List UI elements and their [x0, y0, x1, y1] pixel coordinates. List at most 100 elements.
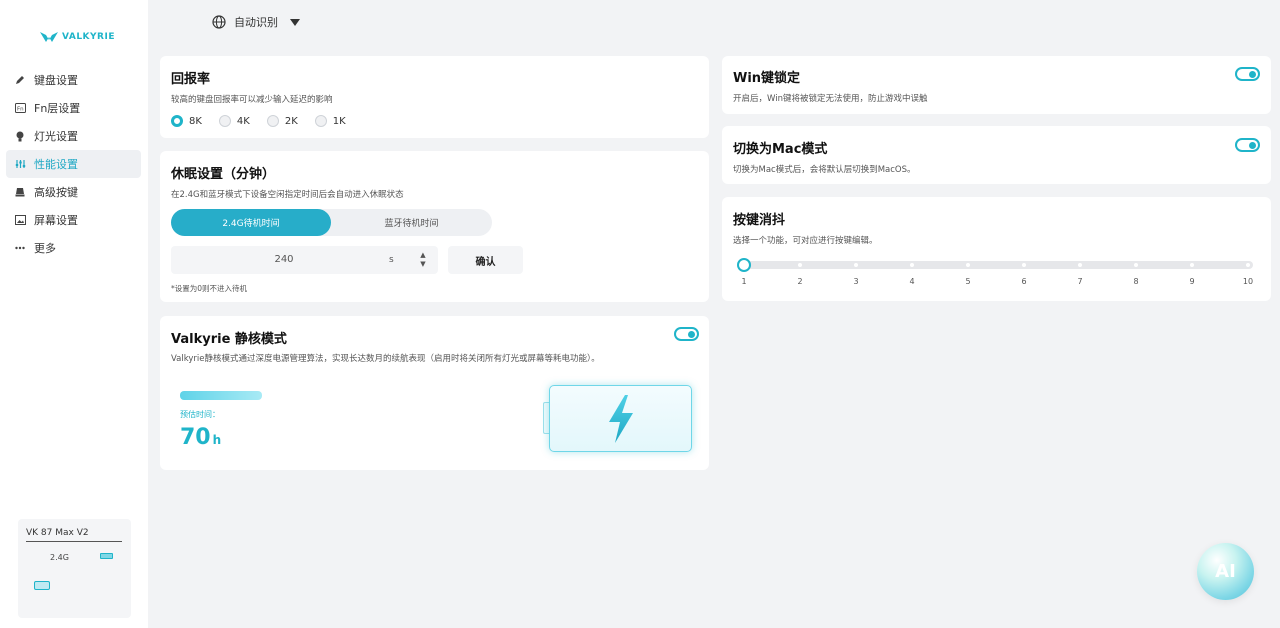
sidebar-item-label: 更多 — [34, 242, 56, 255]
fn-icon: Fn — [14, 102, 26, 114]
card-title: Valkyrie 静核模式 — [171, 332, 287, 347]
slider-tick-label: 4 — [909, 277, 915, 286]
connection-mode: 2.4G — [50, 553, 69, 562]
polling-rate-options: 8K 4K 2K 1K — [171, 115, 346, 127]
tab-2g-standby[interactable]: 2.4G待机时间 — [171, 209, 331, 236]
debounce-card: 按键消抖 选择一个功能，可对应进行按键编辑。 1 2 3 4 5 6 7 8 9 10 — [722, 197, 1271, 301]
debounce-slider[interactable] — [737, 258, 1253, 272]
chevron-up-icon[interactable]: ▲ — [420, 251, 425, 260]
pencil-icon — [14, 74, 26, 86]
sidebar: VALKYRIE 键盘设置 Fn Fn层设置 灯光设置 性能设置 高级按键 屏幕… — [0, 0, 148, 628]
slider-step-dot[interactable] — [854, 263, 858, 267]
card-description: Valkyrie静核模式通过深度电源管理算法，实现长达数月的续航表现（启用时将关… — [171, 354, 600, 364]
sidebar-item-keyboard[interactable]: 键盘设置 — [6, 66, 141, 94]
card-description: 在2.4G和蓝牙模式下设备空闲指定时间后会自动进入休眠状态 — [171, 190, 404, 200]
estimate-value: 70 h — [180, 425, 221, 450]
card-title: Win键锁定 — [733, 71, 801, 86]
mac-mode-toggle[interactable] — [1235, 138, 1260, 152]
radio-selected-icon — [171, 115, 183, 127]
radio-icon — [266, 115, 279, 127]
slider-tick-label: 3 — [853, 277, 859, 286]
svg-text:Fn: Fn — [17, 107, 24, 113]
language-selector[interactable]: 自动识别 — [212, 14, 300, 30]
tab-bluetooth-standby[interactable]: 蓝牙待机时间 — [331, 209, 492, 236]
card-description: 切换为Mac模式后，会将默认层切换到MacOS。 — [733, 165, 916, 175]
sidebar-item-label: 高级按键 — [34, 186, 78, 199]
sidebar-item-advanced-keys[interactable]: 高级按键 — [6, 178, 141, 206]
sleep-note: *设置为0则不进入待机 — [171, 284, 248, 293]
option-label: 8K — [189, 115, 202, 127]
radio-icon — [314, 115, 327, 127]
estimate-unit: h — [212, 433, 222, 447]
slider-step-dot[interactable] — [1134, 263, 1138, 267]
slider-tick-label: 9 — [1189, 277, 1195, 286]
slider-step-dot[interactable] — [966, 263, 970, 267]
sliders-icon — [14, 158, 26, 170]
card-description: 较高的键盘回报率可以减少输入延迟的影响 — [171, 95, 333, 105]
card-title: 切换为Mac模式 — [733, 142, 828, 157]
polling-option-2k[interactable]: 2K — [266, 115, 298, 127]
polling-option-4k[interactable]: 4K — [218, 115, 250, 127]
valkyrie-logo-icon — [40, 32, 58, 42]
mac-mode-card: 切换为Mac模式 切换为Mac模式后，会将默认层切换到MacOS。 — [722, 126, 1271, 184]
brand-logo: VALKYRIE — [40, 32, 115, 42]
slider-tick-label: 6 — [1021, 277, 1027, 286]
device-panel[interactable]: VK 87 Max V2 2.4G — [18, 519, 131, 618]
sleep-time-input[interactable] — [171, 246, 397, 274]
card-description: 开启后，Win键将被锁定无法使用，防止游戏中误触 — [733, 94, 928, 104]
slider-step-dot[interactable] — [798, 263, 802, 267]
polling-option-8k[interactable]: 8K — [171, 115, 202, 127]
polling-option-1k[interactable]: 1K — [314, 115, 346, 127]
sidebar-item-lighting[interactable]: 灯光设置 — [6, 122, 141, 150]
more-icon — [14, 242, 26, 254]
battery-level-bar — [180, 391, 262, 400]
sidebar-nav: 键盘设置 Fn Fn层设置 灯光设置 性能设置 高级按键 屏幕设置 更多 — [6, 66, 141, 262]
eco-mode-card: Valkyrie 静核模式 Valkyrie静核模式通过深度电源管理算法，实现长… — [160, 316, 709, 470]
slider-step-dot[interactable] — [1022, 263, 1026, 267]
key-icon — [14, 186, 26, 198]
bulb-icon — [14, 130, 26, 142]
sidebar-item-label: 屏幕设置 — [34, 214, 78, 227]
sidebar-item-more[interactable]: 更多 — [6, 234, 141, 262]
sidebar-item-label: 性能设置 — [34, 158, 78, 171]
unit-label: s — [389, 255, 394, 265]
ai-assistant-button[interactable]: AI — [1197, 543, 1254, 600]
slider-step-dot[interactable] — [1246, 263, 1250, 267]
slider-step-dot[interactable] — [1190, 263, 1194, 267]
slider-step-dot[interactable] — [1078, 263, 1082, 267]
card-title: 休眠设置（分钟） — [171, 167, 276, 182]
eco-mode-toggle[interactable] — [674, 327, 699, 341]
keyboard-icon — [34, 581, 50, 590]
caret-down-icon — [290, 18, 300, 26]
card-title: 按键消抖 — [733, 213, 786, 228]
sidebar-item-screen[interactable]: 屏幕设置 — [6, 206, 141, 234]
battery-graphic — [549, 385, 692, 452]
win-lock-toggle[interactable] — [1235, 67, 1260, 81]
screen-icon — [14, 214, 26, 226]
confirm-button[interactable]: 确认 — [448, 246, 523, 274]
language-label: 自动识别 — [234, 16, 278, 29]
sleep-settings-card: 休眠设置（分钟） 在2.4G和蓝牙模式下设备空闲指定时间后会自动进入休眠状态 2… — [160, 151, 709, 302]
slider-tick-label: 10 — [1242, 277, 1254, 286]
win-lock-card: Win键锁定 开启后，Win键将被锁定无法使用，防止游戏中误触 — [722, 56, 1271, 114]
sidebar-item-label: 灯光设置 — [34, 130, 78, 143]
divider — [26, 541, 122, 542]
sleep-mode-tabs: 2.4G待机时间 蓝牙待机时间 — [171, 209, 492, 236]
sidebar-item-label: Fn层设置 — [34, 102, 81, 115]
option-label: 2K — [284, 115, 298, 127]
card-description: 选择一个功能，可对应进行按键编辑。 — [733, 236, 878, 246]
card-title: 回报率 — [171, 72, 211, 87]
sidebar-item-fn-layer[interactable]: Fn Fn层设置 — [6, 94, 141, 122]
slider-tick-label: 1 — [741, 277, 747, 286]
lightning-icon — [608, 394, 633, 443]
stepper-arrows: ▲ ▼ — [419, 251, 427, 269]
chevron-down-icon[interactable]: ▼ — [420, 260, 425, 269]
slider-tick-label: 5 — [965, 277, 971, 286]
slider-tick-label: 7 — [1077, 277, 1083, 286]
sidebar-item-performance[interactable]: 性能设置 — [6, 150, 141, 178]
slider-knob[interactable] — [737, 258, 751, 272]
option-label: 4K — [236, 115, 250, 127]
slider-step-dot[interactable] — [910, 263, 914, 267]
slider-tick-label: 2 — [797, 277, 803, 286]
estimate-label: 预估时间： — [180, 410, 220, 419]
